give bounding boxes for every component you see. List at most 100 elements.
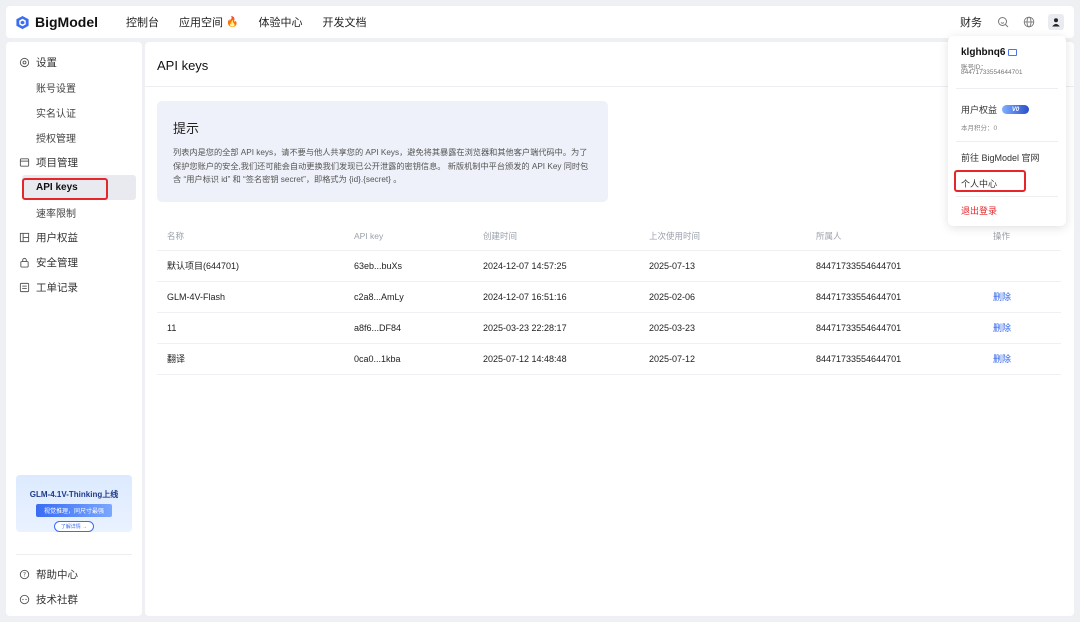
user-avatar-icon[interactable]	[1048, 14, 1064, 30]
top-navbar: BigModel 控制台 应用空间 🔥 体验中心 开发文档 财务	[6, 6, 1074, 38]
cell-owner: 84471733554644701	[806, 281, 983, 313]
cell-name: 11	[157, 312, 344, 344]
svg-text:?: ?	[23, 572, 26, 579]
dropdown-divider	[956, 141, 1058, 142]
nav-console-label: 控制台	[126, 17, 159, 29]
promo-title: GLM-4.1V-Thinking上线	[29, 490, 119, 499]
brand-logo[interactable]: BigModel	[15, 14, 105, 30]
project-icon	[19, 158, 30, 167]
cell-last-used: 2025-07-13	[639, 250, 806, 282]
promo-banner[interactable]: GLM-4.1V-Thinking上线 视觉推理，同尺寸最强 了解详情 →	[16, 475, 132, 532]
delete-link[interactable]: 删除	[993, 292, 1011, 302]
cell-name: 默认项目(644701)	[157, 250, 344, 282]
finance-link[interactable]: 财务	[960, 14, 982, 30]
sidebar-group-tickets[interactable]: 工单记录	[6, 275, 142, 300]
cell-last-used: 2025-07-12	[639, 343, 806, 375]
cell-action: 删除	[983, 312, 1061, 344]
user-dropdown-menu: klghbnq6 账号ID： 84471733554644701 用户权益 V0…	[948, 36, 1066, 226]
cell-last-used: 2025-03-23	[639, 312, 806, 344]
promo-tag: 视觉推理，同尺寸最强	[35, 504, 112, 517]
cell-action: 删除	[983, 343, 1061, 375]
support-icon[interactable]	[996, 15, 1010, 29]
sidebar-project-label: 项目管理	[36, 157, 78, 169]
cell-last-used: 2025-02-06	[639, 281, 806, 313]
sidebar-item-api-keys[interactable]: API keys	[22, 175, 136, 200]
table-header-row: 名称 API key 创建时间 上次使用时间 所属人 操作	[157, 223, 1061, 251]
cell-action: 删除	[983, 281, 1061, 313]
sidebar-tech-community[interactable]: 技术社群	[6, 587, 142, 612]
globe-icon[interactable]	[1022, 15, 1036, 29]
sidebar-benefits-label: 用户权益	[36, 232, 78, 244]
cell-name: GLM-4V-Flash	[157, 281, 344, 313]
cell-api-key: 0ca0...1kba	[344, 343, 473, 375]
benefits-text: 用户权益	[961, 105, 998, 115]
dropdown-divider	[956, 196, 1058, 197]
col-header-action: 操作	[983, 223, 1061, 251]
settings-icon	[19, 57, 30, 68]
sidebar-group-security[interactable]: 安全管理	[6, 250, 142, 275]
table-row: 默认项目(644701) 63eb...buXs 2024-12-07 14:5…	[157, 250, 1061, 282]
sidebar-security-label: 安全管理	[36, 257, 78, 269]
sidebar-item-realname[interactable]: 实名认证	[6, 100, 142, 125]
sidebar-group-settings[interactable]: 设置	[6, 50, 142, 75]
col-header-last-used: 上次使用时间	[639, 223, 806, 251]
table-row: 翻译 0ca0...1kba 2025-07-12 14:48:48 2025-…	[157, 343, 1061, 375]
community-icon	[19, 594, 30, 605]
nav-console[interactable]: 控制台	[126, 14, 159, 30]
main-nav: 控制台 应用空间 🔥 体验中心 开发文档	[126, 14, 386, 30]
help-center-label: 帮助中心	[36, 569, 78, 581]
cell-api-key: 63eb...buXs	[344, 250, 473, 282]
lock-icon	[20, 257, 29, 268]
promo-learn-more-button[interactable]: 了解详情 →	[53, 521, 95, 532]
delete-link[interactable]: 删除	[993, 323, 1011, 333]
col-header-api-key: API key	[344, 223, 473, 251]
delete-link[interactable]: 删除	[993, 354, 1011, 364]
sidebar-tickets-label: 工单记录	[36, 282, 78, 294]
page-title: API keys	[157, 58, 209, 73]
sidebar: 设置 账号设置 实名认证 授权管理 项目管理 API keys 速率限制 用户权…	[6, 42, 142, 616]
cell-created: 2025-03-23 22:28:17	[473, 312, 639, 344]
sidebar-group-project[interactable]: 项目管理	[6, 150, 142, 175]
dropdown-username: klghbnq6	[961, 47, 1018, 58]
col-header-name: 名称	[157, 223, 344, 251]
dropdown-personal-center[interactable]: 个人中心	[961, 177, 997, 190]
brand-name: BigModel	[35, 14, 98, 30]
nav-app-space[interactable]: 应用空间 🔥	[179, 14, 238, 30]
col-header-created: 创建时间	[473, 223, 639, 251]
dropdown-official-site[interactable]: 前往 BigModel 官网	[961, 151, 1040, 164]
cell-created: 2024-12-07 14:57:25	[473, 250, 639, 282]
sidebar-help-center[interactable]: ? 帮助中心	[6, 562, 142, 587]
cell-owner: 84471733554644701	[806, 343, 983, 375]
table-row: GLM-4V-Flash c2a8...AmLy 2024-12-07 16:5…	[157, 281, 1061, 313]
cell-action	[983, 250, 1061, 282]
monthly-points: 本月积分：0	[961, 125, 998, 132]
help-icon: ?	[19, 569, 30, 580]
sidebar-item-rate-limit[interactable]: 速率限制	[6, 200, 142, 225]
benefits-icon	[19, 232, 30, 243]
api-keys-table: 名称 API key 创建时间 上次使用时间 所属人 操作 默认项目(64470…	[157, 223, 1061, 375]
nav-app-space-label: 应用空间	[179, 17, 223, 29]
col-header-owner: 所属人	[806, 223, 983, 251]
nav-experience-center[interactable]: 体验中心	[258, 14, 302, 30]
ticket-icon	[19, 282, 30, 293]
tech-community-label: 技术社群	[36, 594, 78, 606]
nav-dev-docs[interactable]: 开发文档	[322, 14, 366, 30]
cell-owner: 84471733554644701	[806, 250, 983, 282]
cell-name: 翻译	[157, 343, 344, 375]
sidebar-settings-label: 设置	[36, 57, 57, 69]
cell-api-key: c2a8...AmLy	[344, 281, 473, 313]
cell-created: 2024-12-07 16:51:16	[473, 281, 639, 313]
sidebar-group-benefits[interactable]: 用户权益	[6, 225, 142, 250]
sidebar-item-authorization[interactable]: 授权管理	[6, 125, 142, 150]
id-card-icon[interactable]	[1008, 49, 1018, 56]
dropdown-benefits[interactable]: 用户权益 V0	[961, 103, 1030, 116]
dropdown-divider	[956, 88, 1058, 89]
logo-icon	[16, 15, 29, 29]
main-content: API keys 提示 列表内是您的全部 API keys，请不要与他人共享您的…	[145, 42, 1074, 616]
sidebar-divider	[16, 554, 132, 555]
dropdown-logout[interactable]: 退出登录	[961, 204, 997, 217]
username-text: klghbnq6	[961, 47, 1006, 58]
top-right-actions: 财务	[960, 14, 1064, 30]
vip-level-badge: V0	[1002, 105, 1030, 114]
sidebar-item-account-settings[interactable]: 账号设置	[6, 75, 142, 100]
